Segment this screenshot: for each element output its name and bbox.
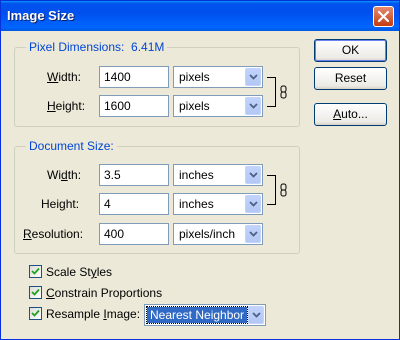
resolution-input[interactable] <box>99 223 169 245</box>
dropdown-button[interactable] <box>245 225 261 243</box>
pixel-constrain-bracket <box>267 77 276 107</box>
image-size-dialog: Image Size Pixel Dimensions: 6.41M Width… <box>0 0 400 340</box>
auto-button[interactable]: Auto... <box>314 103 387 126</box>
pixel-width-input[interactable] <box>99 66 169 88</box>
resample-image-label: Resample Image: <box>46 307 141 321</box>
doc-height-input[interactable] <box>99 193 169 215</box>
pixel-width-unit-select[interactable]: pixels <box>173 66 263 88</box>
pixel-width-label: Width: <box>47 70 82 84</box>
checkmark-icon <box>31 309 40 317</box>
pixel-width-unit-value: pixels <box>179 70 210 84</box>
chain-link-icon <box>280 183 287 197</box>
doc-width-unit-select[interactable]: inches <box>173 164 263 186</box>
resample-method-value: Nearest Neighbor <box>145 306 249 324</box>
chain-link-icon <box>280 85 287 99</box>
resolution-label: Resolution: <box>23 227 84 241</box>
constrain-proportions-label: Constrain Proportions <box>46 286 163 300</box>
close-button[interactable] <box>373 6 394 27</box>
dropdown-button[interactable] <box>248 306 264 324</box>
dropdown-button[interactable] <box>245 195 261 213</box>
chevron-down-icon <box>249 231 258 237</box>
dropdown-button[interactable] <box>245 97 261 115</box>
resample-image-checkbox[interactable] <box>29 307 42 320</box>
doc-constrain-bracket <box>267 175 276 205</box>
dropdown-button[interactable] <box>245 68 261 86</box>
doc-height-unit-select[interactable]: inches <box>173 193 263 215</box>
checkmark-icon <box>31 288 40 296</box>
chevron-down-icon <box>249 201 258 207</box>
chevron-down-icon <box>249 172 258 178</box>
doc-height-label: Height: <box>41 197 80 211</box>
pixel-dimensions-legend: Pixel Dimensions: 6.41M <box>26 40 168 54</box>
pixel-height-unit-select[interactable]: pixels <box>173 95 263 117</box>
doc-width-unit-value: inches <box>179 168 214 182</box>
pixel-height-unit-value: pixels <box>179 99 210 113</box>
chevron-down-icon <box>249 103 258 109</box>
resolution-unit-select[interactable]: pixels/inch <box>173 223 263 245</box>
title-bar[interactable]: Image Size <box>1 1 399 31</box>
dropdown-button[interactable] <box>245 166 261 184</box>
document-size-legend: Document Size: <box>26 139 117 153</box>
doc-height-unit-value: inches <box>179 197 214 211</box>
chevron-down-icon <box>249 74 258 80</box>
close-icon <box>378 11 389 22</box>
ok-button[interactable]: OK <box>314 39 387 62</box>
window-title: Image Size <box>7 8 75 23</box>
doc-width-label: Width: <box>47 168 82 182</box>
constrain-proportions-checkbox[interactable] <box>29 286 42 299</box>
reset-button[interactable]: Reset <box>314 67 387 90</box>
scale-styles-checkbox[interactable] <box>29 265 42 278</box>
chevron-down-icon <box>252 312 261 318</box>
doc-width-input[interactable] <box>99 164 169 186</box>
pixel-height-label: Height: <box>47 99 86 113</box>
resample-method-select[interactable]: Nearest Neighbor <box>144 304 266 326</box>
pixel-height-input[interactable] <box>99 95 169 117</box>
scale-styles-label: Scale Styles <box>46 265 113 279</box>
checkmark-icon <box>31 267 40 275</box>
resolution-unit-value: pixels/inch <box>179 227 236 241</box>
